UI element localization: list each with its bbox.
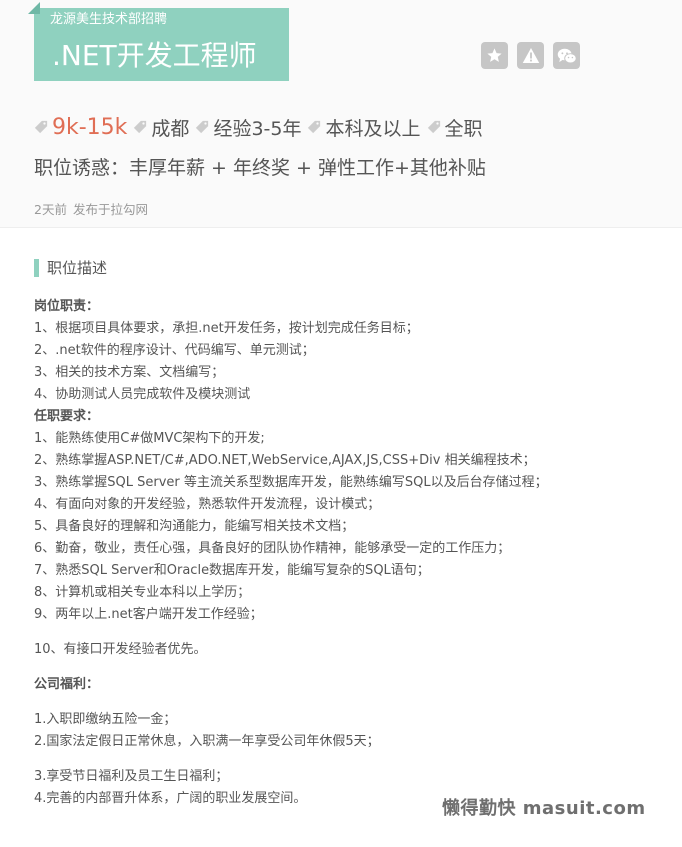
job-type: 全职 [444,117,483,140]
experience-item: 经验3-5年 [195,114,301,141]
list-item: 1、根据项目具体要求，承担.net开发任务，按计划完成任务目标； [34,321,419,336]
requirement-heading: 任职要求： [34,409,100,424]
star-icon [487,48,502,62]
list-item: 2、熟练掌握ASP.NET/C#,ADO.NET,WebService,AJAX… [34,453,536,468]
section-marker [34,258,39,277]
company-name[interactable]: 龙源美生技术部招聘 [50,12,167,28]
watermark: 懒得勤快 masuit.com [442,798,646,819]
list-item: 4、协助测试人员完成软件及模块测试 [34,387,251,402]
job-description: 岗位职责： 1、根据项目具体要求，承担.net开发任务，按计划完成任务目标； 2… [34,296,654,810]
list-item: 8、计算机或相关专业本科以上学历； [34,585,251,600]
section-title: 职位描述 [47,259,108,277]
share-wechat-button[interactable] [553,42,580,69]
list-item: 9、两年以上.net客户端开发工作经验； [34,607,263,622]
education: 本科及以上 [325,117,421,140]
tag-icon [427,120,440,134]
tag-icon [34,120,48,134]
job-advantage: 职位诱惑：丰厚年薪 + 年终奖 + 弹性工作+其他补贴 [34,157,486,179]
welfare-heading: 公司福利： [34,677,100,692]
list-item: 7、熟悉SQL Server和Oracle数据库开发，能编写复杂的SQL语句； [34,563,430,578]
job-title-box: 龙源美生技术部招聘 .NET开发工程师 [28,2,289,81]
title-box-fold [28,2,40,14]
description-section-header: 职位描述 [34,257,107,278]
report-button[interactable] [517,42,544,69]
salary: 9k-15k [52,114,128,140]
list-item: 4、有面向对象的开发经验，熟悉软件开发流程，设计模式； [34,497,381,512]
warning-icon [522,48,539,63]
list-item: 6、勤奋，敬业，责任心强，具备良好的团队协作精神，能够承受一定的工作压力； [34,541,511,556]
list-item: 10、有接口开发经验者优先。 [34,642,207,657]
job-actions [481,42,580,69]
job-type-item: 全职 [427,114,483,141]
list-item: 1.入职即缴纳五险一金； [34,712,177,727]
job-request: 9k-15k 成都 经验3-5年 本科及以上 全职 [34,112,489,142]
publish-time: 2天前 [34,202,67,217]
job-title: .NET开发工程师 [52,39,257,72]
tag-icon [196,120,209,134]
city: 成都 [151,117,190,140]
experience: 经验3-5年 [213,117,302,140]
collect-button[interactable] [481,42,508,69]
duty-heading: 岗位职责： [34,299,100,314]
salary-item: 9k-15k [34,115,127,140]
list-item: 3、熟练掌握SQL Server 等主流关系型数据库开发，能熟练编写SQL以及后… [34,475,548,490]
list-item: 3.享受节日福利及员工生日福利； [34,769,229,784]
list-item: 3、相关的技术方案、文档编写； [34,365,225,380]
tag-icon [308,120,321,134]
list-item: 2、.net软件的程序设计、代码编写、单元测试； [34,343,315,358]
publish-info: 2天前 发布于拉勾网 [34,199,148,218]
education-item: 本科及以上 [307,114,421,141]
publish-source: 发布于拉勾网 [72,202,148,217]
list-item: 1、能熟练使用C#做MVC架构下的开发; [34,431,265,446]
city-item: 成都 [133,114,189,141]
list-item: 2.国家法定假日正常休息，入职满一年享受公司年休假5天； [34,734,380,749]
tag-icon [134,120,147,134]
list-item: 5、具备良好的理解和沟通能力，能编写相关技术文档； [34,519,355,534]
wechat-icon [557,48,577,63]
